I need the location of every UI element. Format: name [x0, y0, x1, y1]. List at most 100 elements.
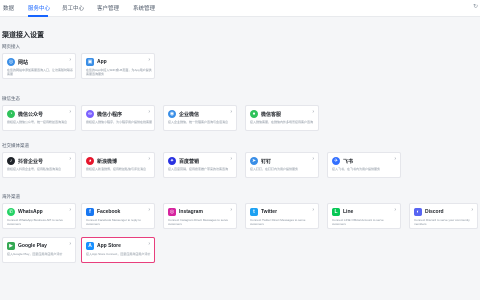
chevron-right-icon: ›: [230, 109, 232, 115]
chevron-right-icon: ›: [471, 207, 473, 213]
weibo-icon: ◕: [86, 157, 94, 165]
chevron-right-icon: ›: [69, 156, 71, 162]
discord-icon: ◐: [414, 208, 422, 216]
chevron-right-icon: ›: [148, 207, 150, 213]
douyin-icon: ♪: [7, 157, 15, 165]
card-name: WhatsApp: [18, 208, 43, 215]
card-name: Twitter: [261, 208, 278, 215]
channel-card-instagram[interactable]: ◎ Instagram Connect Instagram Direct Mes…: [163, 203, 237, 229]
card-name: 抖音企业号: [18, 158, 44, 165]
channel-card-feishu[interactable]: ✈ 飞书 接入飞书，在飞书内为用户提供服务 ›: [327, 152, 401, 178]
card-description: 接入微信客服，在微信内外多场景接待客户咨询: [250, 120, 314, 124]
card-name: App Store: [97, 242, 121, 249]
card-name: 微信公众号: [18, 111, 44, 118]
facebook-icon: f: [86, 208, 94, 216]
section-title-web: 网页接入: [2, 44, 20, 49]
wechat-service-icon: ●: [250, 110, 258, 118]
card-name: 钉钉: [261, 158, 272, 165]
channel-card-website[interactable]: ◎ 网站 在您的网站中添加客服咨询入口，让访客随时联系客服 ›: [2, 53, 76, 79]
card-description: 接入企业微信，统一管理客户咨询与会话消息: [168, 120, 229, 124]
line-icon: L: [332, 208, 340, 216]
card-description: 接入Google Play，回复应用商店用户评价: [7, 252, 63, 256]
chevron-right-icon: ›: [148, 241, 150, 247]
top-nav-bar: 数据 服务中心 员工中心 客户管理 系统管理 ↻: [0, 0, 480, 17]
channel-card-wechat-official[interactable]: ◔ 微信公众号 授权接入微信公众号，统一接待粉丝咨询消息 ›: [2, 105, 76, 131]
channel-card-dingtalk[interactable]: ➤ 钉钉 接入钉钉，在钉钉内为用户提供服务 ›: [245, 152, 319, 178]
google-play-icon: ▶: [7, 242, 15, 250]
channel-card-wechat-service[interactable]: ● 微信客服 接入微信客服，在微信内外多场景接待客户咨询 ›: [245, 105, 319, 131]
chevron-right-icon: ›: [148, 57, 150, 63]
card-description: Connect WhatsApp Business API to serve c…: [7, 218, 63, 226]
chevron-right-icon: ›: [394, 156, 396, 162]
chevron-right-icon: ›: [230, 156, 232, 162]
card-name: 企业微信: [179, 111, 200, 118]
nav-item-system-management[interactable]: 系统管理: [133, 4, 155, 12]
channel-card-weibo[interactable]: ◕ 新浪微博 授权接入新浪微博，接待粉丝私信与评论消息 ›: [81, 152, 155, 178]
feishu-icon: ✈: [332, 157, 340, 165]
page-title: 渠道接入设置: [2, 32, 44, 39]
card-description: 接入钉钉，在钉钉内为用户提供服务: [250, 167, 299, 171]
card-description: Connect Twitter Direct Messages to serve…: [250, 218, 306, 226]
card-name: Line: [343, 208, 354, 215]
card-description: 接入百度营销，接待搜索推广带来的访客咨询: [168, 167, 229, 171]
channel-card-facebook[interactable]: f Facebook Connect Facebook Messenger to…: [81, 203, 155, 229]
card-description: Connect Discord to serve your community …: [414, 218, 470, 226]
nav-item-data[interactable]: 数据: [3, 4, 14, 12]
card-name: 百度营销: [179, 158, 200, 165]
card-description: 在您的网站中添加客服咨询入口，让访客随时联系客服: [7, 68, 73, 76]
app-store-icon: A: [86, 242, 94, 250]
chevron-right-icon: ›: [312, 109, 314, 115]
card-description: 接入App Store Connect，回复应用商店用户评价: [86, 252, 151, 256]
card-description: 授权接入微信公众号，统一接待粉丝咨询消息: [7, 120, 68, 124]
channel-card-wecom[interactable]: ◉ 企业微信 接入企业微信，统一管理客户咨询与会话消息 ›: [163, 105, 237, 131]
section-title-wechat: 微信生态: [2, 96, 20, 101]
card-description: 授权接入新浪微博，接待粉丝私信与评论消息: [86, 167, 147, 171]
channel-card-line[interactable]: L Line Connect LINE Official Account to …: [327, 203, 401, 229]
channel-card-whatsapp[interactable]: ✆ WhatsApp Connect WhatsApp Business API…: [2, 203, 76, 229]
section-title-overseas: 海外渠道: [2, 194, 20, 199]
expand-icon[interactable]: ↻: [473, 3, 478, 10]
chevron-right-icon: ›: [394, 207, 396, 213]
card-name: Google Play: [18, 242, 47, 249]
channel-card-twitter[interactable]: t Twitter Connect Twitter Direct Message…: [245, 203, 319, 229]
card-description: 接入飞书，在飞书内为用户提供服务: [332, 167, 381, 171]
card-name: App: [97, 58, 107, 65]
channel-card-douyin[interactable]: ♪ 抖音企业号 授权接入抖音企业号，接待私信咨询消息 ›: [2, 152, 76, 178]
card-name: Discord: [425, 208, 444, 215]
card-name: 微信小程序: [97, 111, 123, 118]
card-description: 授权接入抖音企业号，接待私信咨询消息: [7, 167, 62, 171]
channel-card-discord[interactable]: ◐ Discord Connect Discord to serve your …: [409, 203, 478, 229]
baidu-icon: ✦: [168, 157, 176, 165]
nav-item-customer-management[interactable]: 客户管理: [97, 4, 119, 12]
globe-icon: ◎: [7, 58, 15, 66]
card-description: Connect Instagram Direct Messages to ser…: [168, 218, 229, 226]
wecom-icon: ◉: [168, 110, 176, 118]
card-name: Instagram: [179, 208, 203, 215]
section-title-social: 社交媒体渠道: [2, 143, 29, 148]
card-name: 飞书: [343, 158, 354, 165]
chevron-right-icon: ›: [69, 207, 71, 213]
wechat-official-icon: ◔: [7, 110, 15, 118]
instagram-icon: ◎: [168, 208, 176, 216]
wechat-mini-program-icon: ∞: [86, 110, 94, 118]
chevron-right-icon: ›: [69, 241, 71, 247]
chevron-right-icon: ›: [69, 109, 71, 115]
channel-card-baidu[interactable]: ✦ 百度营销 接入百度营销，接待搜索推广带来的访客咨询 ›: [163, 152, 237, 178]
channel-card-app-store[interactable]: A App Store 接入App Store Connect，回复应用商店用户…: [81, 237, 155, 263]
card-description: Connect LINE Official Account to serve c…: [332, 218, 384, 226]
card-name: 网站: [18, 59, 29, 66]
chevron-right-icon: ›: [312, 156, 314, 162]
card-name: 新浪微博: [97, 158, 118, 165]
nav-item-employee-center[interactable]: 员工中心: [62, 4, 84, 12]
channel-card-wechat-mini-program[interactable]: ∞ 微信小程序 授权接入微信小程序，为小程序用户提供在线客服 ›: [81, 105, 155, 131]
dingtalk-icon: ➤: [250, 157, 258, 165]
card-description: Connect Facebook Messenger to reply to c…: [86, 218, 141, 226]
chevron-right-icon: ›: [230, 207, 232, 213]
chevron-right-icon: ›: [148, 156, 150, 162]
channel-card-google-play[interactable]: ▶ Google Play 接入Google Play，回复应用商店用户评价 ›: [2, 237, 76, 263]
nav-item-service-center[interactable]: 服务中心: [28, 4, 50, 12]
card-name: Facebook: [97, 208, 121, 215]
channel-card-app[interactable]: ▣ App 在您的App中接入SDK或H5页面，为App用户提供客服咨询服务 ›: [81, 53, 155, 79]
whatsapp-icon: ✆: [7, 208, 15, 216]
card-description: 授权接入微信小程序，为小程序用户提供在线客服: [86, 120, 152, 124]
